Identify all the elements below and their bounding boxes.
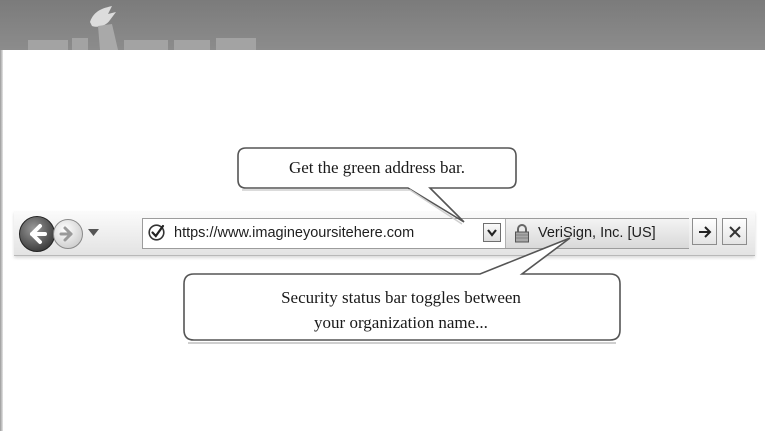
back-button[interactable] xyxy=(19,216,55,252)
go-button[interactable] xyxy=(692,218,717,245)
stop-button[interactable] xyxy=(722,218,747,245)
top-banner xyxy=(0,0,765,50)
forward-button[interactable] xyxy=(53,219,83,249)
callout-bottom-text: Security status bar toggles between your… xyxy=(186,285,616,335)
right-arrow-icon xyxy=(699,226,712,238)
close-icon xyxy=(729,226,741,238)
history-dropdown-icon[interactable] xyxy=(88,228,99,237)
back-arrow-icon xyxy=(30,224,47,244)
forward-arrow-icon xyxy=(59,226,73,242)
callout-bottom-line1: Security status bar toggles between xyxy=(281,288,521,307)
callout-bottom-line2: your organization name... xyxy=(314,313,488,332)
callout-top-text: Get the green address bar. xyxy=(288,158,466,177)
checkmark-circle-icon xyxy=(148,224,165,241)
site-logo xyxy=(28,6,256,50)
page-edge xyxy=(0,50,3,431)
